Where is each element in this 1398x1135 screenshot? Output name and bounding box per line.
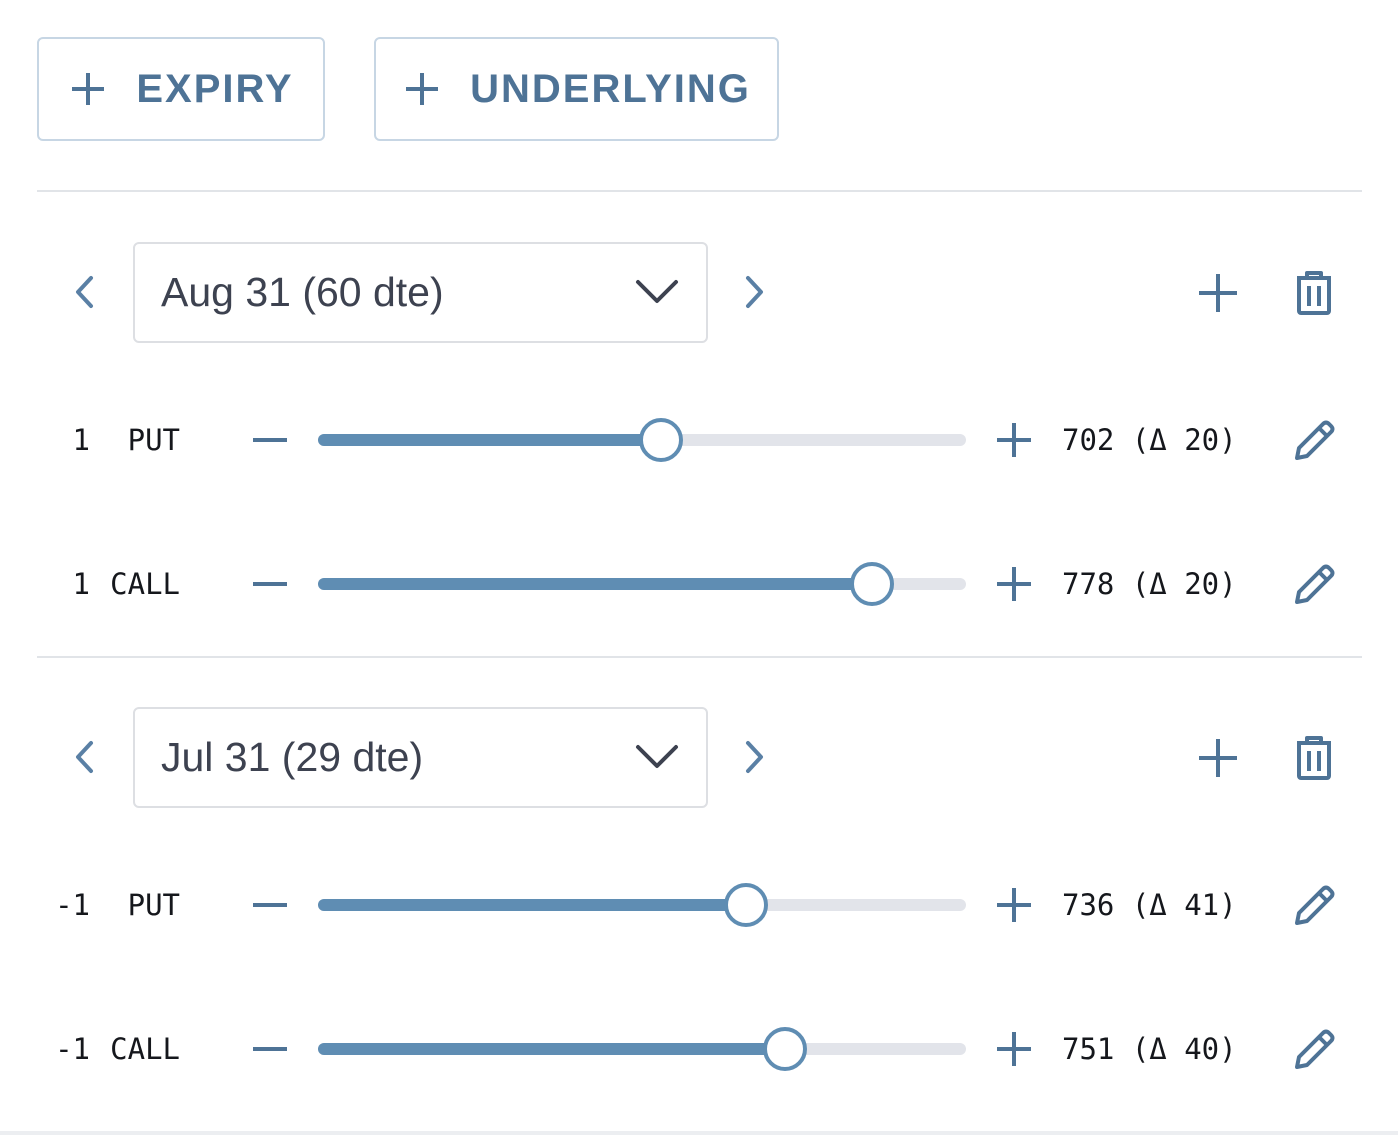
increase-strike-button[interactable] — [994, 1029, 1034, 1069]
decrease-strike-button[interactable] — [250, 885, 290, 925]
chevron-left-icon — [76, 276, 93, 308]
edit-leg-button[interactable] — [1289, 416, 1339, 466]
leg-quantity: -1 — [55, 888, 90, 922]
slider-thumb[interactable] — [639, 418, 684, 462]
next-expiry-button[interactable] — [735, 727, 775, 787]
strike-value: 736 (Δ 41) — [1062, 888, 1237, 922]
decrease-strike-button[interactable] — [250, 1029, 290, 1069]
chevron-down-icon — [636, 280, 678, 303]
increase-strike-button[interactable] — [994, 885, 1034, 925]
plus-icon — [1199, 274, 1237, 312]
leg-quantity: 1 — [72, 423, 90, 457]
decrease-strike-button[interactable] — [250, 420, 290, 460]
slider-thumb[interactable] — [723, 883, 768, 927]
strike-value: 751 (Δ 40) — [1062, 1032, 1237, 1066]
add-underlying-button[interactable]: UNDERLYING — [374, 37, 779, 141]
plus-icon — [72, 73, 105, 105]
pencil-icon — [1295, 1029, 1335, 1069]
next-expiry-button[interactable] — [735, 262, 775, 322]
plus-icon — [997, 567, 1031, 601]
strike-slider[interactable] — [318, 1027, 966, 1071]
slider-fill — [318, 578, 873, 590]
edit-leg-button[interactable] — [1289, 560, 1339, 610]
add-expiry-label: EXPIRY — [136, 66, 294, 111]
strike-slider[interactable] — [318, 562, 966, 606]
chevron-right-icon — [746, 741, 763, 773]
pencil-icon — [1295, 885, 1335, 925]
chevron-right-icon — [746, 276, 763, 308]
divider — [37, 656, 1362, 658]
strike-value: 778 (Δ 20) — [1062, 567, 1237, 601]
plus-icon — [1199, 739, 1237, 777]
minus-icon — [253, 582, 287, 586]
decrease-strike-button[interactable] — [250, 564, 290, 604]
delete-expiry-button[interactable] — [1289, 733, 1339, 783]
trash-icon — [1297, 271, 1331, 315]
pencil-icon — [1295, 420, 1335, 460]
add-leg-button[interactable] — [1193, 268, 1243, 318]
add-expiry-button[interactable]: EXPIRY — [37, 37, 325, 141]
chevron-down-icon — [636, 745, 678, 768]
page: EXPIRY UNDERLYING Aug 31 (60 dte) 1 PUT … — [0, 0, 1398, 1135]
slider-fill — [318, 434, 662, 446]
panel-bottom-edge — [0, 1131, 1398, 1135]
minus-icon — [253, 438, 287, 442]
expiry-select[interactable]: Jul 31 (29 dte) — [133, 707, 708, 808]
add-leg-button[interactable] — [1193, 733, 1243, 783]
strike-slider[interactable] — [318, 883, 966, 927]
chevron-left-icon — [76, 741, 93, 773]
edit-leg-button[interactable] — [1289, 1025, 1339, 1075]
prev-expiry-button[interactable] — [64, 727, 104, 787]
leg-quantity: 1 — [72, 567, 90, 601]
trash-icon — [1297, 736, 1331, 780]
slider-thumb[interactable] — [762, 1027, 807, 1071]
add-underlying-label: UNDERLYING — [470, 66, 751, 111]
plus-icon — [997, 888, 1031, 922]
expiry-select-value: Jul 31 (29 dte) — [161, 734, 424, 780]
prev-expiry-button[interactable] — [64, 262, 104, 322]
strike-value: 702 (Δ 20) — [1062, 423, 1237, 457]
leg-quantity: -1 — [55, 1032, 90, 1066]
leg-option-type: CALL — [110, 567, 180, 601]
plus-icon — [997, 423, 1031, 457]
expiry-select-value: Aug 31 (60 dte) — [161, 269, 444, 315]
pencil-icon — [1295, 564, 1335, 604]
leg-option-type: PUT — [127, 423, 180, 457]
minus-icon — [253, 1047, 287, 1051]
slider-fill — [318, 899, 746, 911]
plus-icon — [997, 1032, 1031, 1066]
plus-icon — [406, 73, 439, 105]
leg-option-type: PUT — [127, 888, 180, 922]
divider — [37, 190, 1362, 192]
increase-strike-button[interactable] — [994, 564, 1034, 604]
slider-thumb[interactable] — [850, 562, 895, 606]
delete-expiry-button[interactable] — [1289, 268, 1339, 318]
strike-slider[interactable] — [318, 418, 966, 462]
edit-leg-button[interactable] — [1289, 881, 1339, 931]
minus-icon — [253, 903, 287, 907]
slider-fill — [318, 1043, 785, 1055]
increase-strike-button[interactable] — [994, 420, 1034, 460]
leg-option-type: CALL — [110, 1032, 180, 1066]
expiry-select[interactable]: Aug 31 (60 dte) — [133, 242, 708, 343]
